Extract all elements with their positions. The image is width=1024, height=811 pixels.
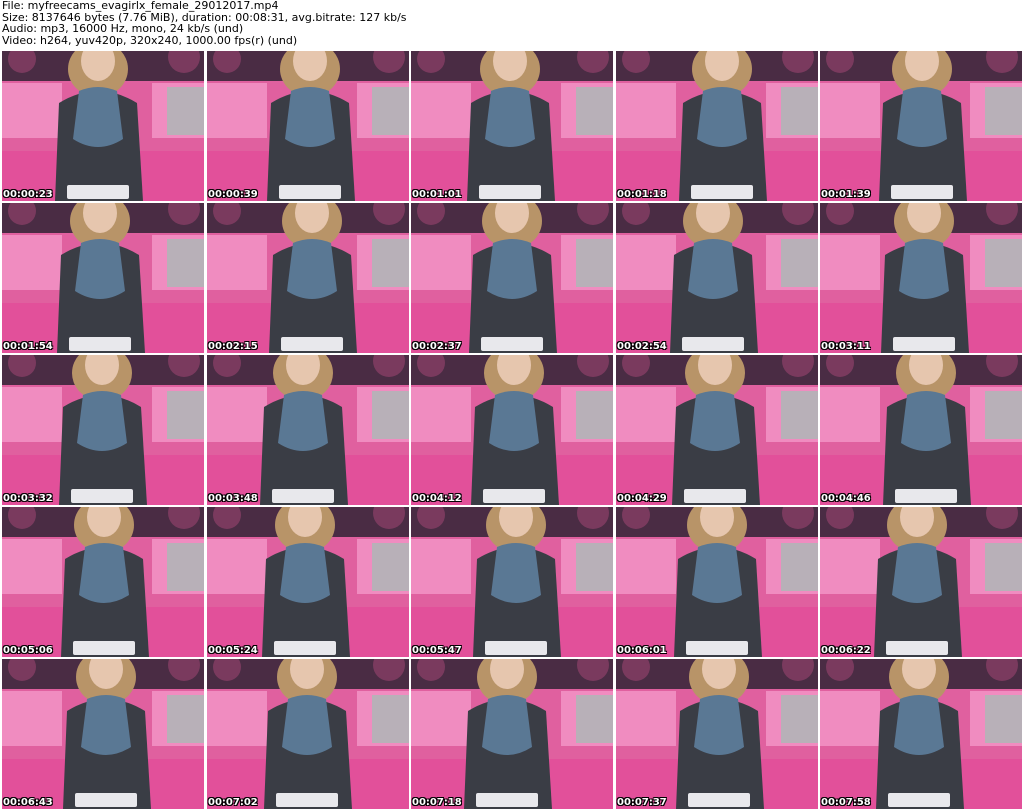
video-frame-thumbnail: 00:03:11 <box>820 203 1022 353</box>
frame-scene-image <box>2 51 204 201</box>
video-frame-thumbnail: 00:01:18 <box>616 51 818 201</box>
video-frame-thumbnail: 00:07:58 <box>820 659 1022 809</box>
frame-scene-image <box>616 51 818 201</box>
frame-timestamp: 00:02:37 <box>412 341 462 352</box>
video-frame-thumbnail: 00:03:32 <box>2 355 204 505</box>
frame-scene-image <box>411 51 613 201</box>
video-frame-thumbnail: 00:01:39 <box>820 51 1022 201</box>
video-frame-thumbnail: 00:06:01 <box>616 507 818 657</box>
frame-timestamp: 00:05:06 <box>3 645 53 656</box>
frame-timestamp: 00:02:54 <box>617 341 667 352</box>
frame-scene-image <box>207 355 409 505</box>
frame-timestamp: 00:01:18 <box>617 189 667 200</box>
frame-timestamp: 00:07:58 <box>821 797 871 808</box>
video-frame-thumbnail: 00:04:46 <box>820 355 1022 505</box>
video-frame-thumbnail: 00:05:24 <box>207 507 409 657</box>
frame-scene-image <box>411 355 613 505</box>
frame-timestamp: 00:05:47 <box>412 645 462 656</box>
video-frame-thumbnail: 00:00:39 <box>207 51 409 201</box>
frame-timestamp: 00:07:37 <box>617 797 667 808</box>
video-frame-thumbnail: 00:01:54 <box>2 203 204 353</box>
file-name-line: File: myfreecams_evagirlx_female_2901201… <box>2 0 279 12</box>
video-frame-thumbnail: 00:05:06 <box>2 507 204 657</box>
video-frame-thumbnail: 00:02:37 <box>411 203 613 353</box>
frame-timestamp: 00:07:18 <box>412 797 462 808</box>
frame-scene-image <box>616 203 818 353</box>
frame-scene-image <box>207 659 409 809</box>
frame-timestamp: 00:04:12 <box>412 493 462 504</box>
frame-scene-image <box>820 659 1022 809</box>
frame-timestamp: 00:06:22 <box>821 645 871 656</box>
frame-timestamp: 00:03:11 <box>821 341 871 352</box>
video-frame-thumbnail: 00:03:48 <box>207 355 409 505</box>
audio-info-line: Audio: mp3, 16000 Hz, mono, 24 kb/s (und… <box>2 22 244 35</box>
video-frame-thumbnail: 00:04:29 <box>616 355 818 505</box>
frame-timestamp: 00:01:39 <box>821 189 871 200</box>
video-frame-thumbnail: 00:04:12 <box>411 355 613 505</box>
video-frame-thumbnail: 00:07:02 <box>207 659 409 809</box>
frame-scene-image <box>2 659 204 809</box>
frame-scene-image <box>616 355 818 505</box>
frame-scene-image <box>820 355 1022 505</box>
frame-scene-image <box>820 203 1022 353</box>
frame-timestamp: 00:00:23 <box>3 189 53 200</box>
frame-scene-image <box>207 51 409 201</box>
frame-scene-image <box>2 203 204 353</box>
frame-timestamp: 00:01:01 <box>412 189 462 200</box>
video-frame-thumbnail: 00:01:01 <box>411 51 613 201</box>
thumbnail-grid: 00:00:23 00:00:39 00:01:01 00:01:18 00:01:39… <box>2 51 1022 809</box>
video-frame-thumbnail: 00:02:54 <box>616 203 818 353</box>
frame-timestamp: 00:06:43 <box>3 797 53 808</box>
frame-scene-image <box>820 51 1022 201</box>
frame-scene-image <box>2 355 204 505</box>
frame-scene-image <box>411 203 613 353</box>
frame-timestamp: 00:04:46 <box>821 493 871 504</box>
video-frame-thumbnail: 00:02:15 <box>207 203 409 353</box>
frame-timestamp: 00:04:29 <box>617 493 667 504</box>
video-info-line: Video: h264, yuv420p, 320x240, 1000.00 f… <box>2 33 298 47</box>
frame-scene-image <box>207 507 409 657</box>
frame-timestamp: 00:01:54 <box>3 341 53 352</box>
frame-timestamp: 00:03:32 <box>3 493 53 504</box>
frame-scene-image <box>2 507 204 657</box>
video-frame-thumbnail: 00:00:23 <box>2 51 204 201</box>
frame-scene-image <box>616 659 818 809</box>
video-frame-thumbnail: 00:05:47 <box>411 507 613 657</box>
video-frame-thumbnail: 00:06:22 <box>820 507 1022 657</box>
frame-timestamp: 00:00:39 <box>208 189 258 200</box>
frame-scene-image <box>411 659 613 809</box>
video-frame-thumbnail: 00:07:18 <box>411 659 613 809</box>
frame-timestamp: 00:02:15 <box>208 341 258 352</box>
frame-timestamp: 00:07:02 <box>208 797 258 808</box>
frame-scene-image <box>820 507 1022 657</box>
frame-timestamp: 00:03:48 <box>208 493 258 504</box>
video-frame-thumbnail: 00:06:43 <box>2 659 204 809</box>
file-info-header: File: myfreecams_evagirlx_female_2901201… <box>2 0 1022 50</box>
frame-scene-image <box>411 507 613 657</box>
frame-scene-image <box>616 507 818 657</box>
frame-scene-image <box>207 203 409 353</box>
frame-timestamp: 00:05:24 <box>208 645 258 656</box>
video-frame-thumbnail: 00:07:37 <box>616 659 818 809</box>
frame-timestamp: 00:06:01 <box>617 645 667 656</box>
